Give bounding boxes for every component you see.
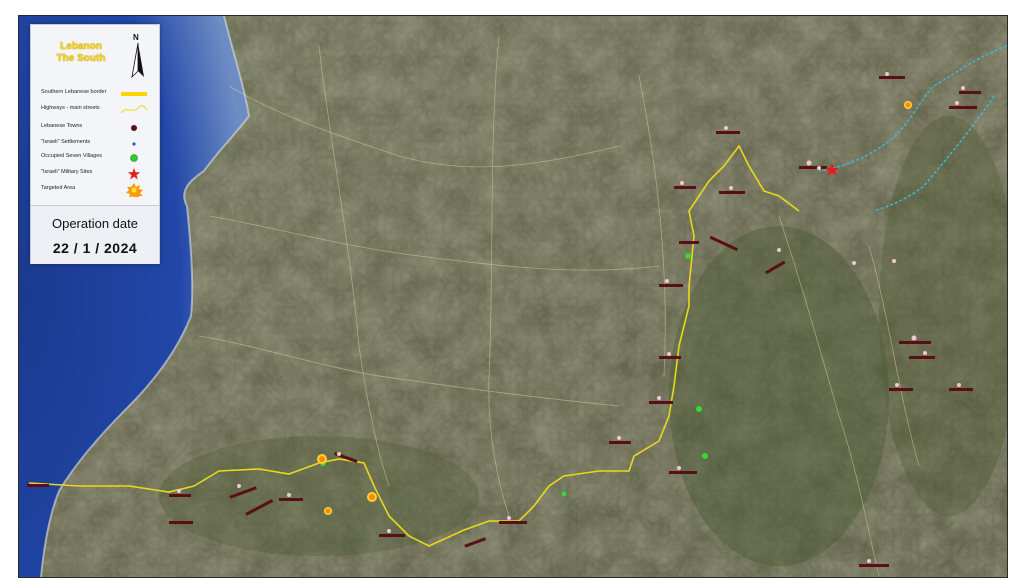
legend-item-highway: Highways - main streets bbox=[41, 103, 153, 117]
legend-label-towns: Lebanese Towns bbox=[41, 123, 83, 129]
operation-date-box: Operation date 22 / 1 / 2024 bbox=[31, 205, 159, 264]
legend-item-military: "Israeli" Military Sites bbox=[41, 167, 153, 181]
satellite-map bbox=[19, 16, 1007, 577]
legend-label-military: "Israeli" Military Sites bbox=[41, 169, 93, 175]
north-arrow-icon: N bbox=[127, 33, 149, 81]
legend-item-towns: Lebanese Towns bbox=[41, 121, 153, 135]
legend-item-seven-villages: Occupied Seven Villages bbox=[41, 151, 153, 165]
legend-title-line2: The South bbox=[56, 53, 106, 64]
town-dot-icon bbox=[131, 125, 137, 131]
legend-title-line1: Lebanon bbox=[60, 41, 102, 52]
legend-item-targeted: Targeted Area bbox=[41, 183, 153, 197]
legend-title: Lebanon The South bbox=[31, 41, 131, 65]
operation-date-value: 22 / 1 / 2024 bbox=[52, 240, 138, 256]
operation-date-label: Operation date bbox=[51, 216, 138, 231]
legend-label-targeted: Targeted Area bbox=[41, 185, 76, 191]
border-line-icon bbox=[121, 92, 147, 96]
legend-label-settlements: "Israeli" Settlements bbox=[41, 139, 91, 145]
settlement-dot-icon bbox=[132, 142, 136, 146]
legend-label-border: Southern Lebanese border bbox=[41, 89, 107, 95]
legend-item-settlements: "Israeli" Settlements bbox=[41, 137, 153, 151]
seven-villages-icon bbox=[130, 154, 138, 162]
legend-label-highway: Highways - main streets bbox=[41, 105, 100, 111]
highway-line-icon bbox=[120, 104, 148, 114]
legend-label-seven-villages: Occupied Seven Villages bbox=[41, 153, 103, 159]
map-legend: Lebanon The South N Southern Lebanese bo… bbox=[30, 24, 160, 264]
map-canvas[interactable] bbox=[18, 15, 1008, 578]
explosion-icon bbox=[126, 183, 143, 197]
military-star-icon bbox=[127, 168, 141, 180]
legend-item-border: Southern Lebanese border bbox=[41, 87, 153, 101]
